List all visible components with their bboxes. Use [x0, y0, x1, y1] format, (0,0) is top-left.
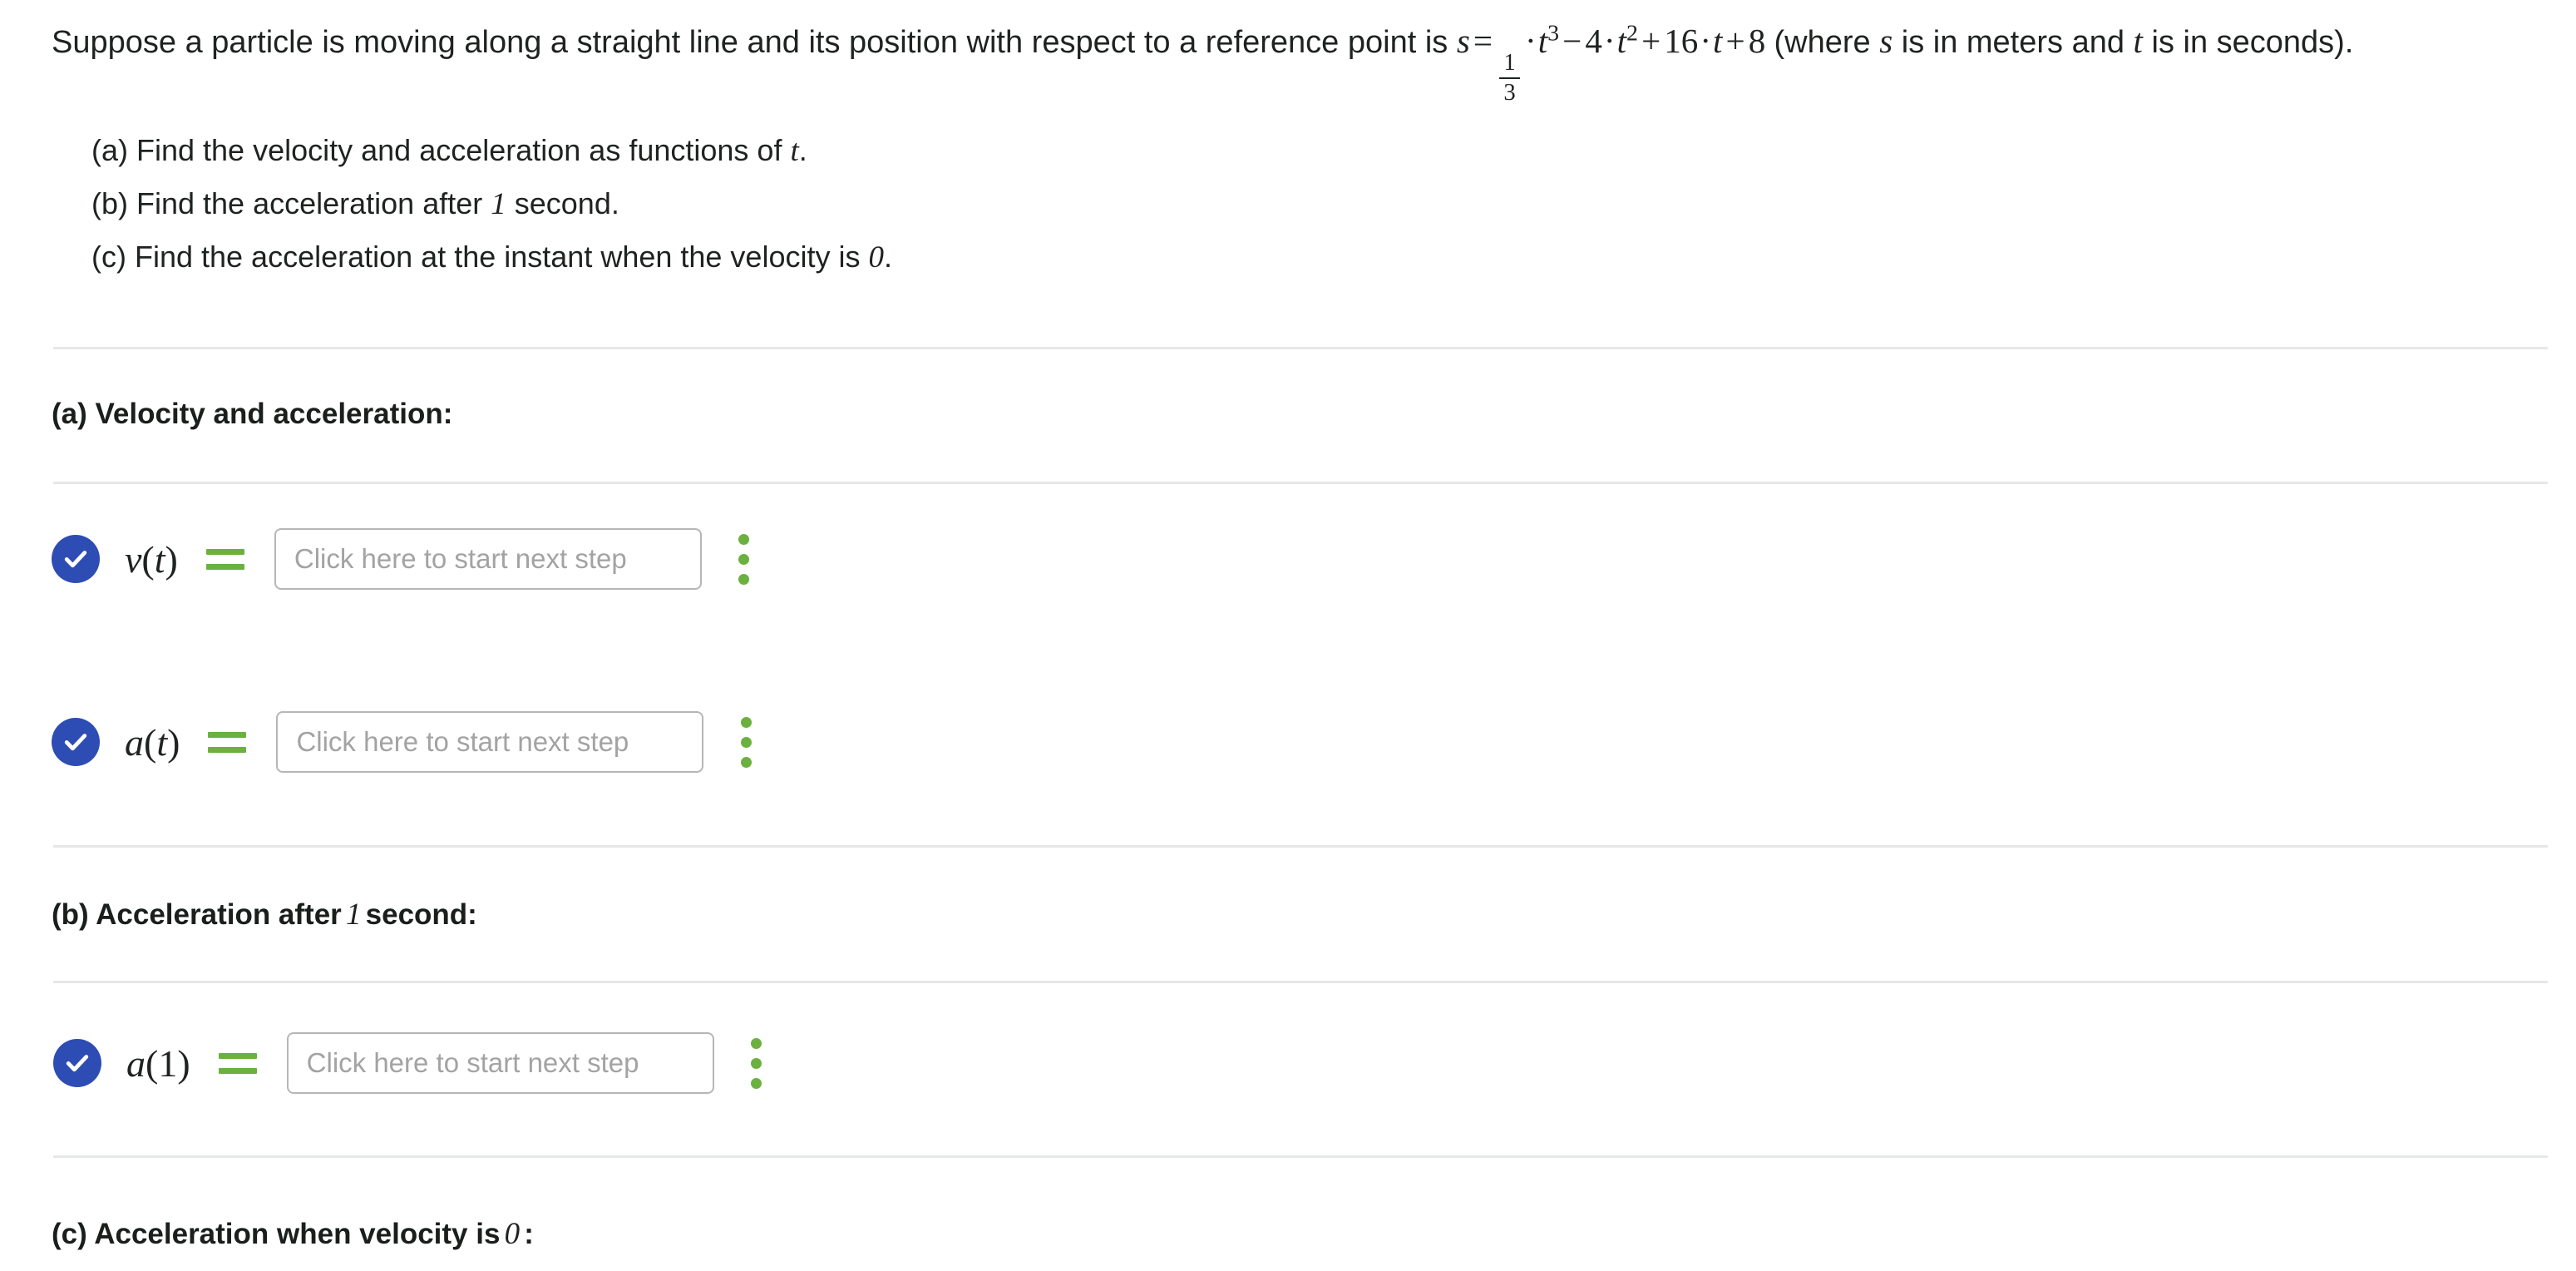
step-input-acceleration-1-placeholder: Click here to start next step: [306, 1047, 639, 1078]
step-input-velocity-placeholder: Click here to start next step: [294, 543, 627, 574]
equals-sign-velocity: [205, 548, 244, 570]
section-c-heading-prefix: (c) Acceleration when velocity is: [52, 1218, 501, 1250]
step-input-velocity[interactable]: Click here to start next step: [274, 528, 702, 590]
subpart-c: (c) Find the acceleration at the instant…: [91, 231, 892, 284]
divider-below-heading-a: [53, 482, 2548, 484]
step-row-acceleration-at-1[interactable]: a(1) Click here to start next step: [53, 1030, 762, 1096]
subpart-b-math: 1: [491, 186, 506, 221]
position-formula: s= 1 3 ·t3−4·t2+16·t+8: [1456, 20, 1766, 106]
units-note-close: is in seconds).: [2151, 25, 2354, 60]
divider-above-section-c: [53, 1155, 2548, 1158]
subpart-a-text: (a) Find the velocity and acceleration a…: [91, 133, 782, 167]
problem-intro-text: Suppose a particle is moving along a str…: [52, 25, 1448, 60]
step-input-acceleration-t[interactable]: Click here to start next step: [276, 711, 704, 773]
equals-sign-acceleration-t: [208, 731, 247, 753]
kebab-menu-icon-velocity[interactable]: [738, 533, 750, 585]
step-input-acceleration-1[interactable]: Click here to start next step: [286, 1032, 714, 1094]
section-b-heading-math: 1: [345, 898, 362, 932]
divider-above-section-a: [53, 347, 2548, 349]
section-a-heading-text: (a) Velocity and acceleration:: [52, 398, 453, 430]
check-circle-icon: [53, 1039, 101, 1087]
step-row-acceleration-t[interactable]: a(t) Click here to start next step: [52, 709, 752, 775]
section-heading-b: (b) Acceleration after 1 second:: [52, 897, 477, 932]
step-label-a-of-1: a(1): [126, 1041, 190, 1085]
step-row-velocity[interactable]: v(t) Click here to start next step: [52, 526, 750, 592]
step-label-a-of-t: a(t): [125, 720, 180, 764]
equals-sign-acceleration-1: [218, 1052, 257, 1074]
section-b-heading-suffix: second:: [365, 898, 477, 931]
section-c-heading-math: 0: [504, 1217, 521, 1251]
units-note-middle: is in meters and: [1901, 25, 2124, 60]
subpart-a: (a) Find the velocity and acceleration a…: [91, 125, 892, 178]
kebab-menu-icon-acceleration-1[interactable]: [751, 1037, 762, 1089]
divider-below-heading-b: [53, 981, 2548, 983]
section-heading-c: (c) Acceleration when velocity is 0:: [52, 1216, 534, 1252]
check-circle-icon: [52, 535, 100, 583]
subpart-b-suffix: second.: [514, 185, 619, 220]
section-c-heading-suffix: :: [524, 1218, 534, 1250]
subpart-c-math: 0: [868, 240, 884, 274]
divider-above-section-b: [53, 845, 2548, 848]
problem-subparts: (a) Find the velocity and acceleration a…: [91, 125, 892, 284]
subpart-c-suffix: .: [883, 239, 892, 274]
section-b-heading-prefix: (b) Acceleration after: [52, 898, 342, 931]
subpart-b: (b) Find the acceleration after 1 second…: [91, 178, 892, 231]
step-label-v-of-t: v(t): [125, 537, 178, 581]
subpart-b-text: (b) Find the acceleration after: [91, 185, 483, 220]
subpart-a-suffix: .: [798, 133, 807, 167]
units-note-var-t: t: [2133, 22, 2143, 60]
step-input-acceleration-t-placeholder: Click here to start next step: [296, 726, 629, 757]
one-third-fraction: 13: [1499, 51, 1520, 105]
subpart-c-text: (c) Find the acceleration at the instant…: [91, 239, 861, 274]
check-circle-icon: [52, 718, 100, 766]
subpart-a-math: t: [790, 134, 799, 168]
units-note-var-s: s: [1879, 22, 1893, 60]
units-note-open: (where: [1774, 25, 1871, 60]
section-heading-a: (a) Velocity and acceleration:: [52, 398, 452, 431]
problem-statement: Suppose a particle is moving along a str…: [52, 18, 2546, 105]
kebab-menu-icon-acceleration-t[interactable]: [740, 716, 752, 768]
